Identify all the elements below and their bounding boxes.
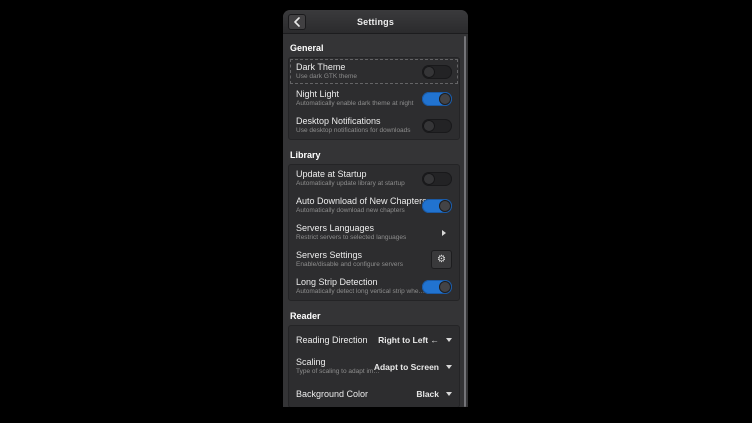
switch-knob: [423, 65, 435, 78]
switch-knob: [439, 199, 451, 212]
back-button[interactable]: [288, 14, 306, 30]
setting-row-dark-theme[interactable]: Dark Theme Use dark GTK theme: [289, 58, 459, 85]
reading-direction-dropdown[interactable]: Right to Left ←: [378, 335, 452, 345]
setting-title: Dark Theme: [296, 61, 346, 72]
setting-title: Reading Direction: [296, 334, 368, 345]
switch-knob: [423, 172, 435, 185]
setting-row-servers-languages[interactable]: Servers Languages Restrict servers to se…: [289, 219, 459, 246]
auto-download-switch[interactable]: [422, 198, 452, 213]
long-strip-detection-switch[interactable]: [422, 279, 452, 294]
background-color-dropdown[interactable]: Black: [416, 389, 452, 399]
switch-knob: [439, 280, 451, 293]
chevron-down-icon: [446, 337, 452, 342]
setting-subtitle: Restrict servers to selected languages: [296, 234, 407, 242]
setting-row-update-at-startup[interactable]: Update at Startup Automatically update l…: [289, 165, 459, 192]
setting-row-servers-settings[interactable]: Servers Settings Enable/disable and conf…: [289, 246, 459, 273]
setting-title: Servers Settings: [296, 249, 363, 260]
desktop-background: Settings General Dark Theme Use dark GTK…: [0, 0, 752, 423]
setting-subtitle: Automatically download new chapters: [296, 207, 405, 215]
library-card: Update at Startup Automatically update l…: [288, 164, 460, 301]
setting-row-reading-direction[interactable]: Reading Direction Right to Left ←: [289, 326, 459, 353]
setting-row-long-strip-detection[interactable]: Long Strip Detection Automatically detec…: [289, 273, 459, 300]
general-card: Dark Theme Use dark GTK theme Night Ligh…: [288, 57, 460, 140]
setting-subtitle: Automatically detect long vertical strip…: [296, 288, 425, 296]
setting-title: Servers Languages: [296, 222, 375, 233]
setting-title: Long Strip Detection: [296, 276, 378, 287]
dropdown-value: Adapt to Screen: [373, 361, 439, 372]
setting-row-scaling[interactable]: Scaling Type of scaling to adapt im… Ada…: [289, 353, 459, 380]
setting-subtitle: Use dark GTK theme: [296, 73, 358, 81]
gear-icon: ⚙: [437, 253, 446, 265]
setting-subtitle: Automatically enable dark theme at night: [296, 100, 414, 108]
dropdown-value: Right to Left ←: [378, 334, 439, 345]
setting-subtitle: Type of scaling to adapt im…: [296, 368, 380, 376]
setting-title: Update at Startup: [296, 168, 367, 179]
desktop-notifications-switch[interactable]: [422, 118, 452, 133]
setting-title: Auto Download of New Chapters: [296, 195, 427, 206]
section-header-reader: Reader: [290, 311, 321, 321]
setting-row-auto-download[interactable]: Auto Download of New Chapters Automatica…: [289, 192, 459, 219]
header-bar: Settings: [283, 10, 468, 34]
dropdown-value: Black: [416, 388, 439, 399]
setting-subtitle: Use desktop notifications for downloads: [296, 127, 411, 135]
section-header-general: General: [290, 43, 324, 53]
dark-theme-switch[interactable]: [422, 64, 452, 79]
chevron-right-icon: [442, 229, 446, 236]
servers-settings-button[interactable]: ⚙: [431, 250, 452, 269]
window-title: Settings: [356, 16, 395, 27]
setting-title: Scaling: [296, 356, 326, 367]
settings-content: General Dark Theme Use dark GTK theme Ni…: [283, 34, 468, 407]
section-header-library: Library: [290, 150, 321, 160]
chevron-left-icon: [294, 17, 300, 27]
scaling-dropdown[interactable]: Adapt to Screen: [374, 362, 452, 372]
setting-title: Background Color: [296, 388, 369, 399]
setting-row-night-light[interactable]: Night Light Automatically enable dark th…: [289, 85, 459, 112]
setting-title: Night Light: [296, 88, 340, 99]
reader-card: Reading Direction Right to Left ← Scalin…: [288, 325, 460, 407]
setting-title: Desktop Notifications: [296, 115, 381, 126]
setting-row-background-color[interactable]: Background Color Black: [289, 380, 459, 407]
setting-subtitle: Automatically update library at startup: [296, 180, 405, 188]
chevron-down-icon: [446, 391, 452, 396]
scrollbar[interactable]: [464, 36, 466, 407]
update-at-startup-switch[interactable]: [422, 171, 452, 186]
switch-knob: [423, 119, 435, 132]
settings-window: Settings General Dark Theme Use dark GTK…: [283, 10, 468, 407]
setting-subtitle: Enable/disable and configure servers: [296, 261, 403, 269]
night-light-switch[interactable]: [422, 91, 452, 106]
chevron-down-icon: [446, 364, 452, 369]
switch-knob: [439, 92, 451, 105]
setting-row-desktop-notifications[interactable]: Desktop Notifications Use desktop notifi…: [289, 112, 459, 139]
